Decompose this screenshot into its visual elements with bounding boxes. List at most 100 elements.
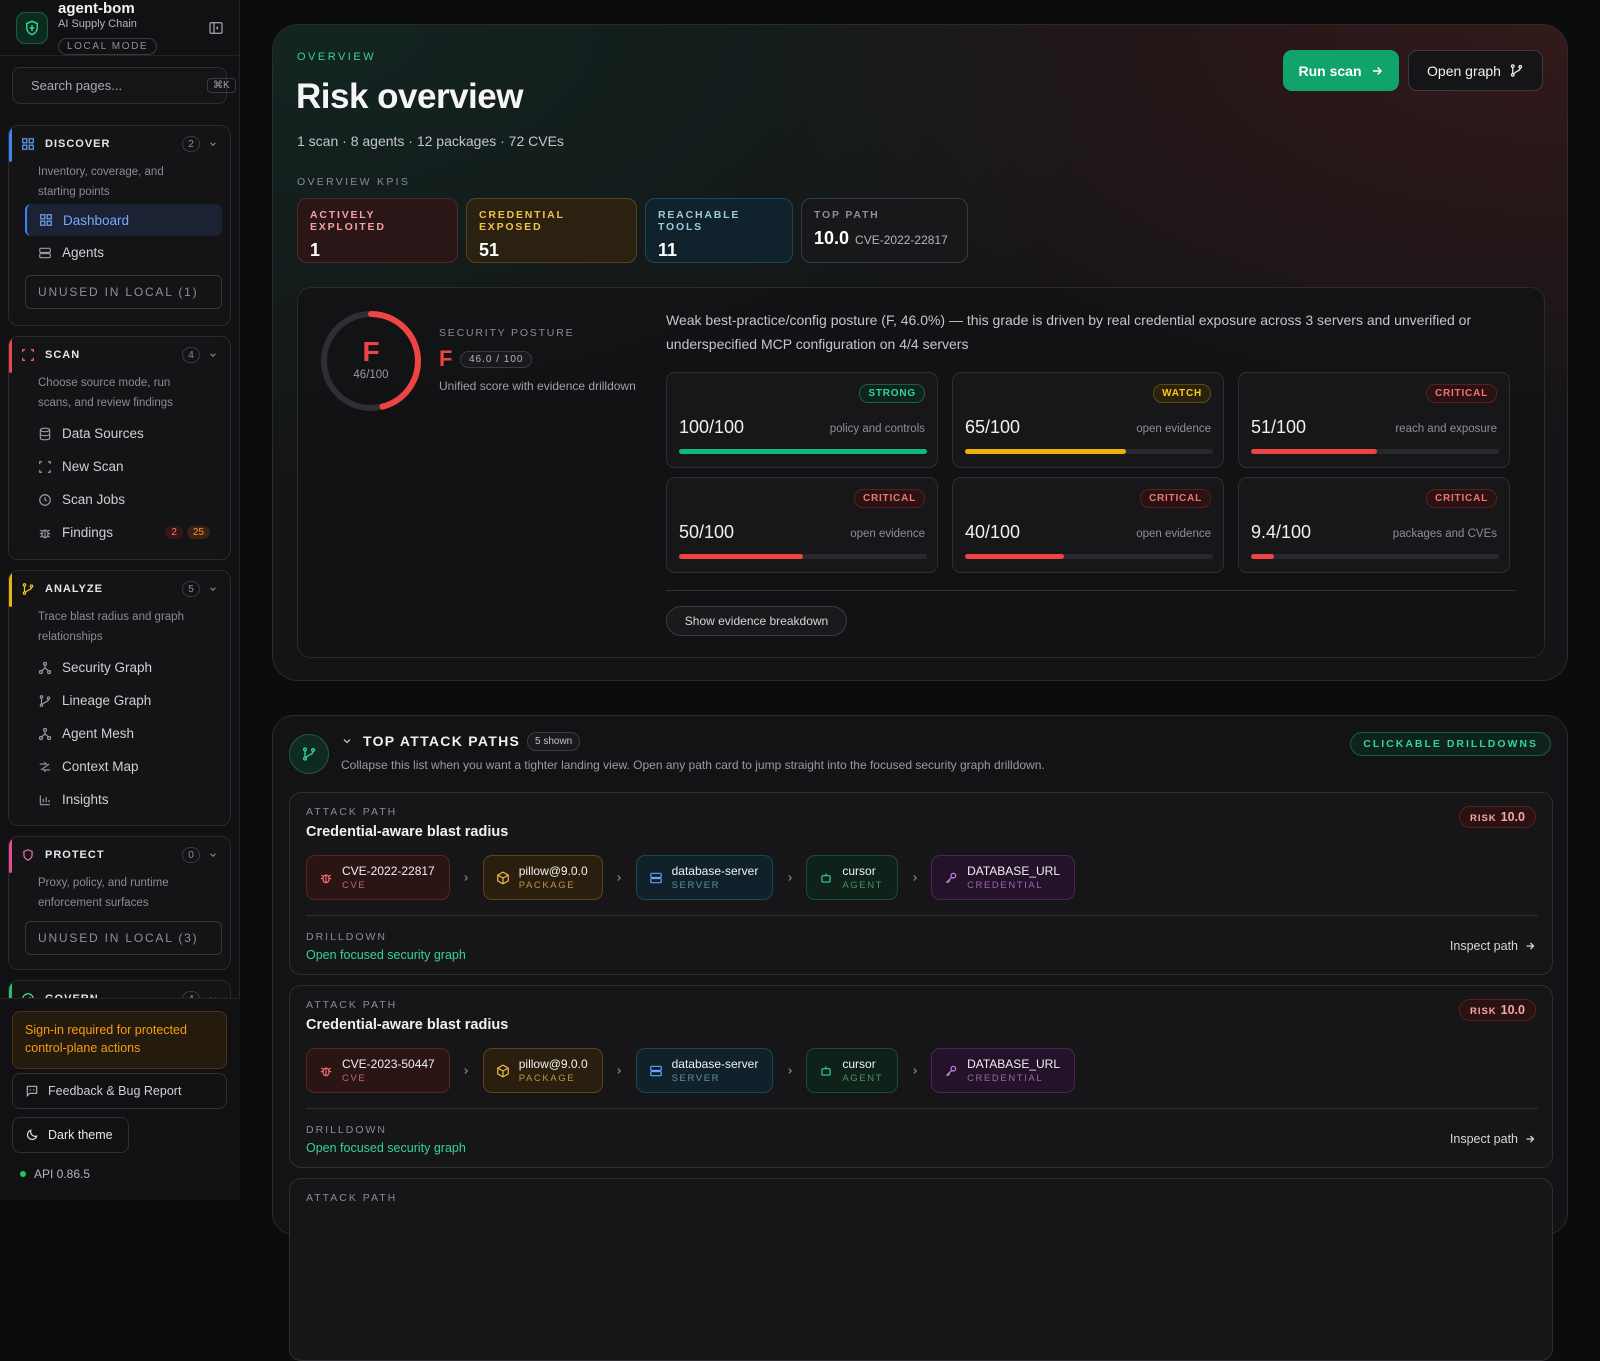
signin-notice[interactable]: Sign-in required for protected control-p… — [12, 1011, 227, 1069]
group-header-scan[interactable]: SCAN 4 — [9, 337, 230, 373]
sidebar-item-context-map[interactable]: Context Map — [9, 750, 230, 783]
bot-icon — [821, 1065, 832, 1076]
chevron-right-icon — [603, 1066, 636, 1076]
unused-in-local-toggle[interactable]: UNUSED IN LOCAL (3) — [25, 921, 222, 955]
group-title: ANALYZE — [45, 583, 103, 595]
group-header-analyze[interactable]: ANALYZE 5 — [9, 571, 230, 607]
group-accent — [9, 837, 12, 873]
inspect-path-label: Inspect path — [1449, 1132, 1518, 1146]
attack-path-card[interactable]: ATTACK PATH Credential-aware blast radiu… — [289, 792, 1553, 975]
path-node-credential[interactable]: DATABASE_URL CREDENTIAL — [931, 855, 1075, 900]
kpi-reachable-tools[interactable]: REACHABLE TOOLS 11 — [645, 198, 793, 263]
group-title: DISCOVER — [45, 138, 111, 150]
unused-in-local-toggle[interactable]: UNUSED IN LOCAL (1) — [25, 275, 222, 309]
open-graph-button[interactable]: Open graph — [1408, 50, 1543, 91]
sidebar-item-agents[interactable]: Agents — [9, 236, 230, 269]
sidebar-item-dashboard[interactable]: Dashboard — [25, 204, 222, 236]
node-type: CREDENTIAL — [967, 1073, 1044, 1084]
run-scan-button[interactable]: Run scan — [1283, 50, 1399, 91]
arrow-right-icon — [1372, 66, 1382, 75]
chevron-down-icon[interactable] — [341, 735, 353, 747]
git-branch-icon — [1510, 64, 1523, 77]
node-name: CVE-2023-50447 — [342, 1057, 435, 1071]
feedback-button[interactable]: Feedback & Bug Report — [12, 1073, 227, 1109]
node-type: SERVER — [671, 880, 721, 891]
posture-summary: Weak best-practice/config posture (F, 46… — [666, 312, 1472, 352]
server-icon — [39, 247, 51, 258]
path-node-package[interactable]: pillow@9.0.0 PACKAGE — [482, 855, 603, 900]
metric-progress-track — [1251, 449, 1499, 454]
metric-card[interactable]: WATCH 65/100 open evidence — [952, 372, 1224, 468]
sidebar-item-new-scan[interactable]: New Scan — [9, 450, 230, 483]
sidebar-item-agent-mesh[interactable]: Agent Mesh — [9, 717, 230, 750]
chevron-down-icon[interactable] — [208, 350, 218, 360]
sidebar-item-scan-jobs[interactable]: Scan Jobs — [9, 483, 230, 516]
risk-badge: RISK 10.0 — [1458, 999, 1536, 1021]
drilldown-label: DRILLDOWN — [306, 1124, 388, 1136]
server-icon — [649, 1065, 662, 1076]
sidebar-item-label: Agents — [62, 245, 105, 260]
metric-card[interactable]: CRITICAL 40/100 open evidence — [952, 477, 1224, 573]
path-node-cve[interactable]: CVE-2023-50447 CVE — [306, 1048, 450, 1093]
path-node-agent[interactable]: cursor AGENT — [806, 1048, 899, 1093]
sidebar-item-findings[interactable]: Findings 2 25 — [9, 516, 230, 549]
path-node-agent[interactable]: cursor AGENT — [806, 855, 899, 900]
path-node-server[interactable]: database-server SERVER — [635, 855, 774, 900]
search-box[interactable]: ⌘K — [12, 67, 236, 104]
inspect-path-button[interactable]: Inspect path — [1450, 939, 1536, 953]
sidebar-item-insights[interactable]: Insights — [9, 783, 230, 816]
attack-path-card[interactable]: ATTACK PATH Credential-aware blast radiu… — [289, 985, 1553, 1168]
search-input[interactable] — [31, 78, 207, 93]
kpi-value: 10.0 — [814, 228, 850, 248]
metric-value: 50/100 — [679, 522, 735, 542]
open-focused-graph-link[interactable]: Open focused security graph — [306, 1141, 466, 1155]
path-chain: CVE-2022-22817 CVE pillow@9.0.0 PACKAGE da… — [306, 855, 1075, 900]
show-evidence-button[interactable]: Show evidence breakdown — [666, 606, 847, 636]
kpi-label: ACTIVELY EXPLOITED — [310, 209, 386, 233]
group-description: Trace blast radius and graph relationshi… — [38, 611, 184, 643]
divider — [306, 1108, 1538, 1109]
message-icon — [26, 1085, 38, 1098]
path-node-cve[interactable]: CVE-2022-22817 CVE — [306, 855, 450, 900]
path-node-server[interactable]: database-server SERVER — [635, 1048, 774, 1093]
kpi-section-label: OVERVIEW KPIS — [297, 176, 411, 188]
chevron-right-icon — [773, 873, 806, 883]
attack-path-card[interactable]: ATTACK PATH — [289, 1178, 1553, 1361]
metric-card[interactable]: CRITICAL 50/100 open evidence — [666, 477, 938, 573]
metric-card[interactable]: CRITICAL 9.4/100 packages and CVEs — [1238, 477, 1510, 573]
main-content: OVERVIEW Risk overview 1 scan · 8 agents… — [240, 0, 1600, 1361]
section-title[interactable]: TOP ATTACK PATHS — [363, 733, 520, 749]
inspect-path-button[interactable]: Inspect path — [1450, 1132, 1536, 1146]
group-header-discover[interactable]: DISCOVER 2 — [9, 126, 230, 162]
mode-badge: LOCAL MODE — [58, 38, 158, 55]
risk-value: 10.0 — [1500, 810, 1525, 824]
chevron-down-icon[interactable] — [208, 584, 218, 594]
path-node-credential[interactable]: DATABASE_URL CREDENTIAL — [931, 1048, 1075, 1093]
kpi-top-path[interactable]: TOP PATH 10.0 CVE-2022-22817 — [801, 198, 968, 263]
shield-logo-icon — [16, 12, 48, 44]
top-attack-paths-panel: TOP ATTACK PATHS 5 shown Collapse this l… — [272, 715, 1568, 1361]
sidebar-item-security-graph[interactable]: Security Graph — [9, 651, 230, 684]
theme-toggle-button[interactable]: Dark theme — [12, 1117, 129, 1153]
metric-card[interactable]: CRITICAL 51/100 reach and exposure — [1238, 372, 1510, 468]
collapse-sidebar-icon[interactable] — [206, 18, 226, 38]
kpi-credential-exposed[interactable]: CREDENTIAL EXPOSED 51 — [466, 198, 637, 263]
chevron-down-icon[interactable] — [208, 139, 218, 149]
scan-icon — [39, 460, 51, 473]
risk-badge: RISK 10.0 — [1458, 806, 1536, 828]
metric-progress-fill — [965, 449, 1127, 454]
path-title: Credential-aware blast radius — [306, 1017, 509, 1033]
open-focused-graph-link[interactable]: Open focused security graph — [306, 948, 466, 962]
group-header-protect[interactable]: PROTECT 0 — [9, 837, 230, 873]
node-name: DATABASE_URL — [967, 1057, 1060, 1071]
nav-group-protect: PROTECT 0 Proxy, policy, and runtime enf… — [8, 836, 231, 970]
chevron-down-icon[interactable] — [208, 850, 218, 860]
sidebar-item-data-sources[interactable]: Data Sources — [9, 417, 230, 450]
path-node-package[interactable]: pillow@9.0.0 PACKAGE — [482, 1048, 603, 1093]
kpi-actively-exploited[interactable]: ACTIVELY EXPLOITED 1 — [297, 198, 458, 263]
status-dot — [20, 1171, 26, 1177]
node-type: CREDENTIAL — [967, 880, 1044, 891]
metric-card[interactable]: STRONG 100/100 policy and controls — [666, 372, 938, 468]
clickable-drilldowns-badge: CLICKABLE DRILLDOWNS — [1350, 732, 1551, 756]
sidebar-item-lineage-graph[interactable]: Lineage Graph — [9, 684, 230, 717]
